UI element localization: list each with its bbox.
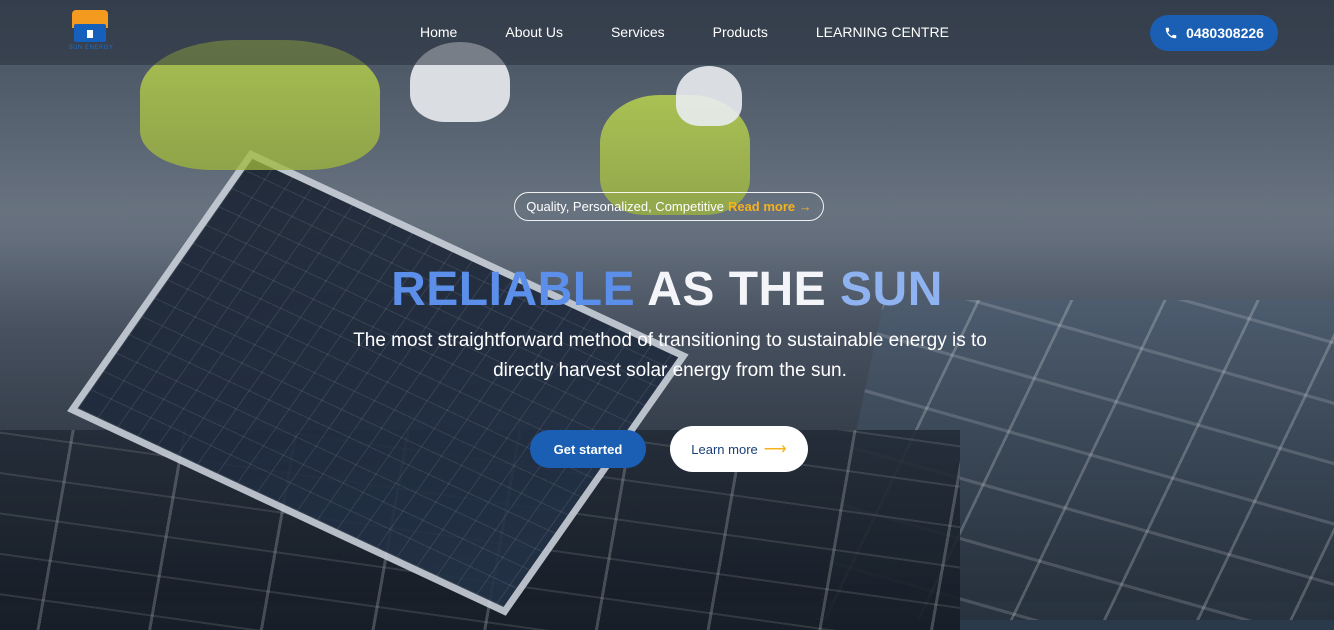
headline-part-1: RELIABLE	[391, 263, 636, 316]
headline-part-3: SUN	[840, 263, 943, 316]
arrow-right-icon: →	[798, 199, 812, 214]
arrow-right-icon: ⟶	[763, 441, 787, 458]
tagline-text: Quality, Personalized, Competitive	[526, 199, 724, 214]
headline-part-2: AS THE	[647, 263, 827, 316]
hero-subtext: The most straightforward method of trans…	[353, 330, 987, 381]
nav-link-about-us[interactable]: About Us	[505, 24, 563, 40]
phone-button[interactable]: 0480308226	[1150, 15, 1278, 51]
nav-link-products[interactable]: Products	[713, 24, 768, 40]
nav-link-learning-centre[interactable]: LEARNING CENTRE	[816, 24, 949, 40]
brand-logo[interactable]: SUN ENERGY	[60, 10, 122, 56]
tagline-pill[interactable]: Quality, Personalized, Competitive Read …	[514, 192, 824, 221]
nav-link-services[interactable]: Services	[611, 24, 665, 40]
learn-more-button[interactable]: Learn more ⟶	[670, 426, 808, 472]
phone-number: 0480308226	[1186, 25, 1264, 41]
top-navigation-bar: SUN ENERGY Home About Us Services Produc…	[0, 0, 1334, 65]
learn-more-label: Learn more	[691, 441, 758, 457]
logo-text: SUN ENERGY	[68, 45, 114, 51]
get-started-button[interactable]: Get started	[530, 430, 646, 468]
phone-icon	[1165, 27, 1177, 39]
logo-door-shape	[87, 30, 93, 38]
read-more-label: Read more	[727, 199, 796, 214]
read-more-link[interactable]: Read more →	[728, 199, 812, 214]
main-nav: Home About Us Services Products LEARNING…	[420, 24, 997, 40]
hero-headline: RELIABLE AS THE SUN	[0, 262, 1334, 317]
nav-link-home[interactable]: Home	[420, 24, 457, 40]
helmet-right-image	[676, 66, 742, 126]
